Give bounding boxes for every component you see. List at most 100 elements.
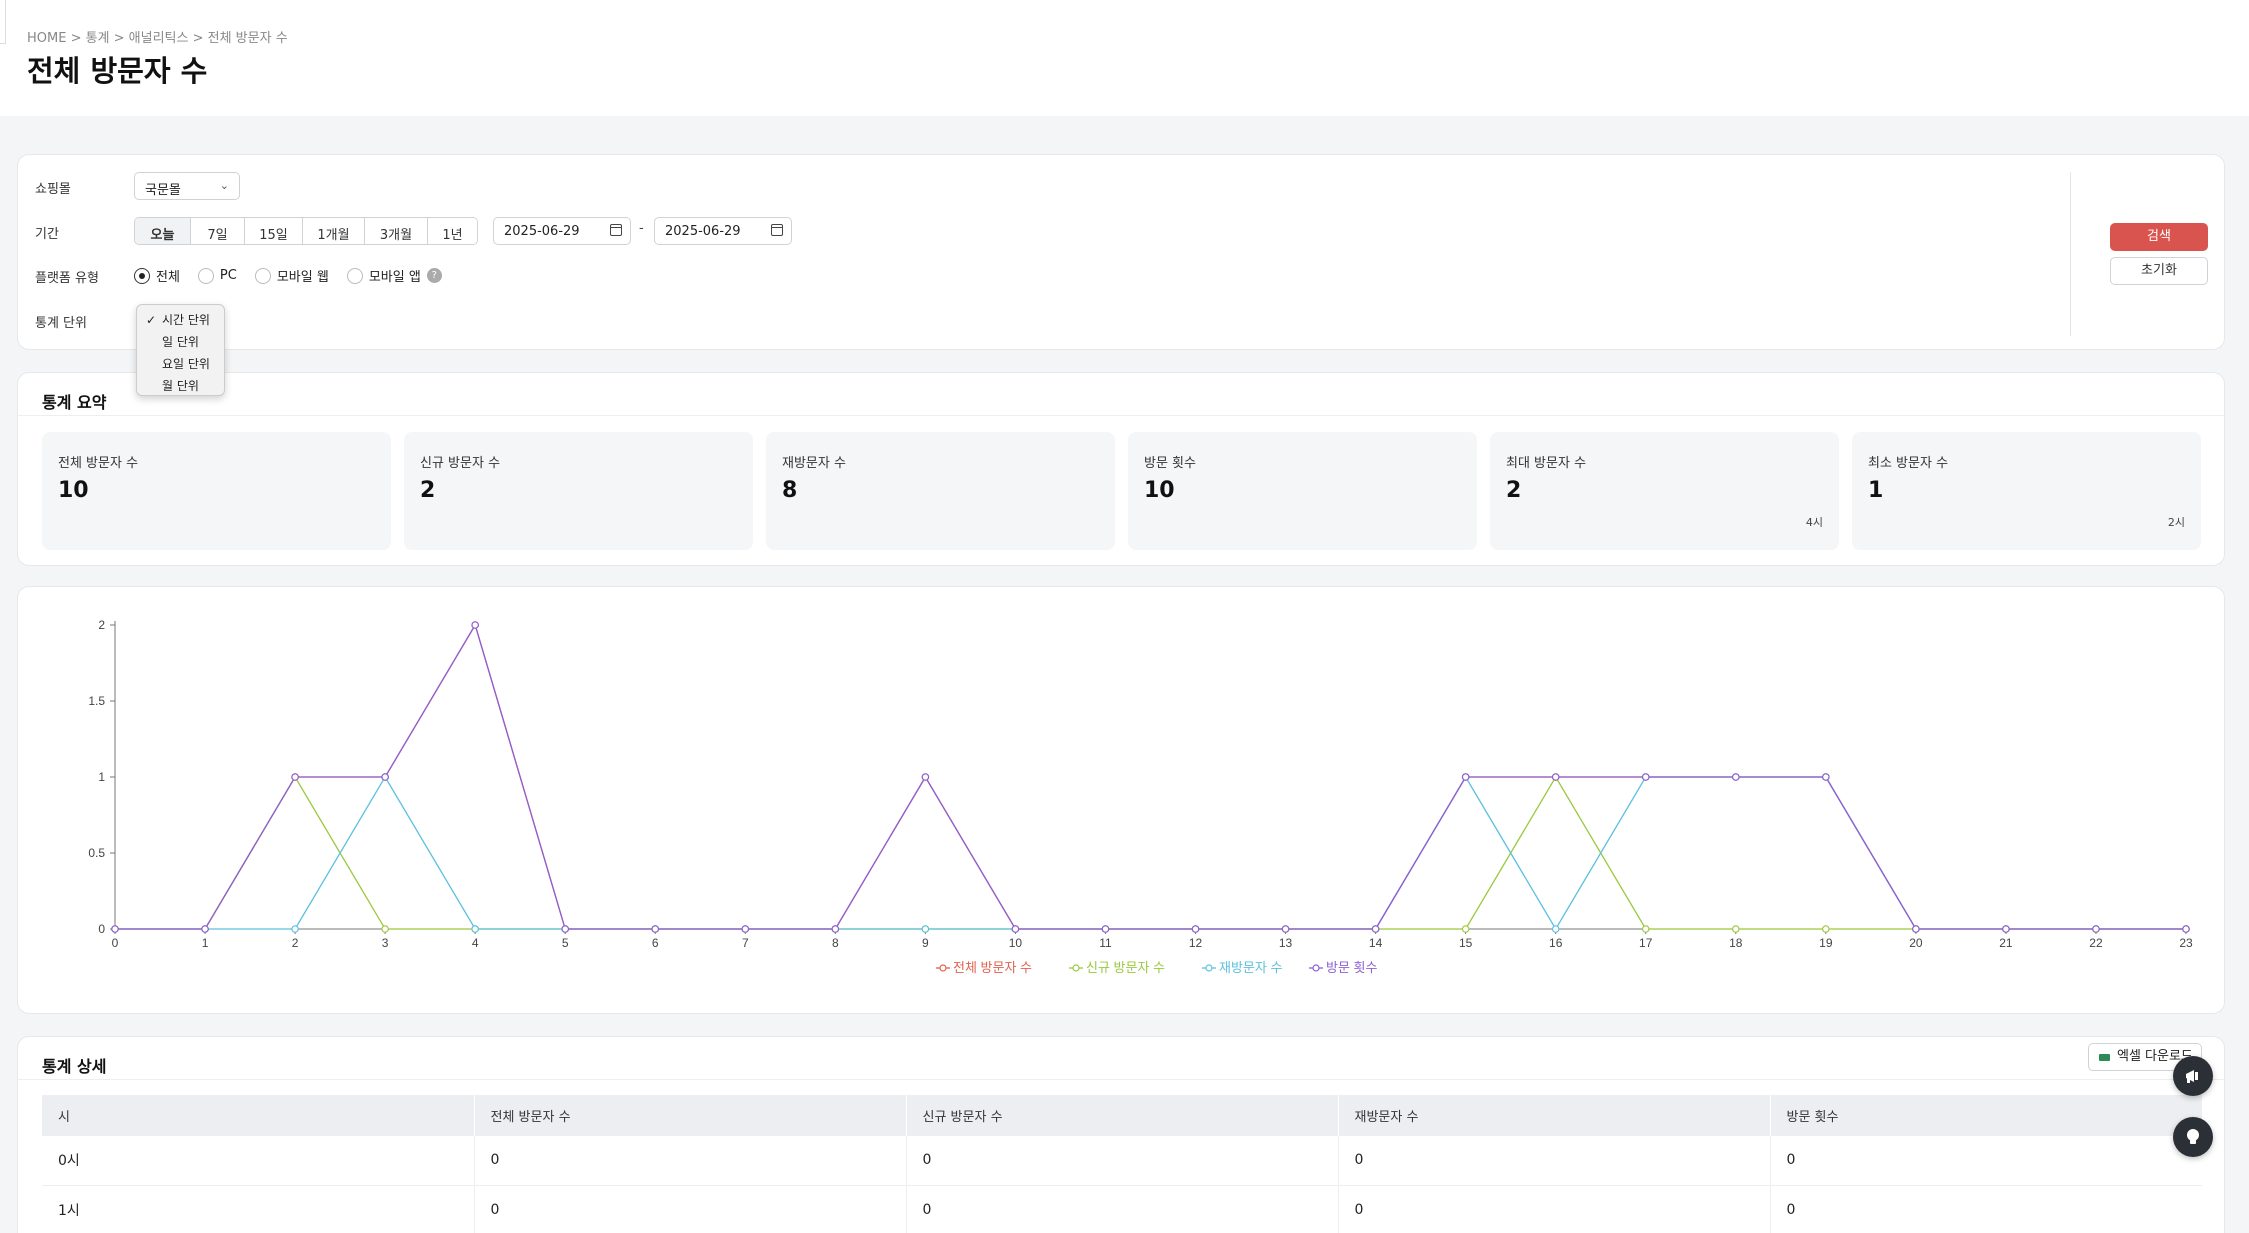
unit-option-weekday[interactable]: 요일 단위	[137, 353, 224, 375]
platform-mobile-app-label[interactable]: 모바일 앱	[369, 266, 421, 285]
detail-panel: 통계 상세 엑셀 다운로드 시 전체 방문자 수 신규 방문자 수 재방문자 수…	[17, 1036, 2225, 1233]
data-point	[741, 925, 750, 933]
lightbulb-icon	[2187, 1129, 2199, 1144]
unit-option-day[interactable]: 일 단위	[137, 331, 224, 353]
mall-select[interactable]: 국문몰 ⌄	[134, 172, 240, 200]
table-cell: 0	[1770, 1136, 2202, 1186]
date-separator: -	[639, 221, 644, 236]
unit-option-month[interactable]: 월 단위	[137, 375, 224, 397]
divider	[2070, 172, 2071, 336]
period-1y-button[interactable]: 1년	[428, 218, 477, 244]
stat-card-new: 신규 방문자 수 2	[404, 432, 753, 550]
reset-button[interactable]: 초기화	[2110, 257, 2208, 285]
page-title: 전체 방문자 수	[27, 54, 208, 88]
date-from-value: 2025-06-29	[504, 224, 580, 239]
search-button[interactable]: 검색	[2110, 223, 2208, 251]
table-cell: 0	[906, 1185, 1339, 1233]
platform-mobile-web-label[interactable]: 모바일 웹	[277, 266, 329, 285]
megaphone-icon	[2186, 1070, 2198, 1083]
x-tick-label: 8	[832, 936, 839, 950]
platform-all-label[interactable]: 전체	[156, 266, 180, 285]
column-header: 시	[42, 1095, 475, 1136]
platform-mobile-web-radio[interactable]	[254, 267, 271, 284]
unit-label: 통계 단위	[35, 316, 87, 331]
period-label: 기간	[35, 227, 59, 242]
announcement-button[interactable]	[2173, 1056, 2213, 1096]
x-tick-label: 20	[1909, 936, 1923, 950]
unit-option-hour[interactable]: ✓ 시간 단위	[137, 309, 224, 331]
data-point	[291, 773, 299, 781]
summary-panel: 통계 요약 전체 방문자 수 10 신규 방문자 수 2 재방문자 수 8 방문…	[17, 372, 2225, 566]
calendar-icon[interactable]	[771, 224, 783, 236]
series-line	[115, 775, 2186, 930]
x-tick-label: 14	[1369, 936, 1383, 950]
data-point	[381, 773, 389, 781]
data-point	[651, 925, 660, 933]
data-point	[831, 925, 840, 933]
date-to-input[interactable]: 2025-06-29	[654, 217, 792, 245]
table-header-row: 시 전체 방문자 수 신규 방문자 수 재방문자 수 방문 횟수	[42, 1095, 2202, 1136]
stat-label: 재방문자 수	[782, 456, 846, 471]
legend-label: 재방문자 수	[1219, 960, 1282, 975]
x-tick-label: 7	[742, 936, 749, 950]
period-3m-button[interactable]: 3개월	[365, 218, 428, 244]
period-1m-button[interactable]: 1개월	[303, 218, 365, 244]
date-from-input[interactable]: 2025-06-29	[493, 217, 631, 245]
detail-table: 시 전체 방문자 수 신규 방문자 수 재방문자 수 방문 횟수 0시 0 0 …	[42, 1095, 2202, 1233]
table-cell: 0	[906, 1136, 1339, 1186]
stat-value: 2	[1506, 478, 1522, 503]
table-row: 1시 0 0 0 0	[42, 1185, 2202, 1233]
stat-label: 방문 횟수	[1144, 456, 1196, 471]
excel-icon	[2099, 1054, 2110, 1061]
stat-label: 최소 방문자 수	[1868, 456, 1949, 471]
column-header: 전체 방문자 수	[474, 1095, 907, 1136]
data-point	[1281, 925, 1290, 933]
x-tick-label: 19	[1819, 936, 1833, 950]
data-point	[2092, 925, 2100, 933]
help-icon[interactable]: ?	[426, 268, 442, 283]
mall-select-value: 국문몰	[145, 183, 181, 198]
divider	[18, 1079, 2224, 1080]
platform-all-radio[interactable]	[134, 267, 150, 284]
legend-label: 방문 횟수	[1326, 960, 1377, 975]
data-point	[471, 621, 479, 629]
table-cell: 0시	[42, 1136, 475, 1186]
x-tick-label: 18	[1729, 936, 1743, 950]
check-icon: ✓	[146, 313, 157, 327]
period-7d-button[interactable]: 7일	[191, 218, 245, 244]
table-cell: 0	[474, 1185, 907, 1233]
stat-card-min: 최소 방문자 수 1 2시	[1852, 432, 2201, 550]
data-point	[1371, 925, 1380, 933]
data-point	[1551, 925, 1560, 933]
stat-sub: 4시	[1805, 516, 1823, 529]
table-row: 0시 0 0 0 0	[42, 1136, 2202, 1186]
tips-button[interactable]	[2173, 1117, 2213, 1157]
table-cell: 0	[1770, 1185, 2202, 1233]
period-15d-button[interactable]: 15일	[245, 218, 303, 244]
period-segment: 오늘 7일 15일 1개월 3개월 1년	[134, 217, 478, 245]
y-tick-label: 2	[98, 618, 105, 632]
data-point	[1912, 925, 1920, 933]
platform-pc-label[interactable]: PC	[220, 268, 237, 283]
filter-panel: 쇼핑몰 국문몰 ⌄ 기간 오늘 7일 15일 1개월 3개월 1년 2025-0…	[17, 154, 2225, 396]
x-tick-label: 16	[1549, 936, 1563, 950]
period-today-button[interactable]: 오늘	[135, 218, 191, 244]
stat-value: 1	[1868, 478, 1884, 503]
x-tick-label: 0	[112, 936, 119, 950]
platform-mobile-app-radio[interactable]	[346, 267, 363, 284]
legend-marker	[1072, 964, 1080, 972]
table-cell: 0	[474, 1136, 907, 1186]
column-header: 신규 방문자 수	[906, 1095, 1339, 1136]
chevron-down-icon: ⌄	[219, 179, 229, 192]
data-point	[201, 925, 209, 933]
calendar-icon[interactable]	[610, 224, 622, 236]
x-tick-label: 22	[2089, 936, 2103, 950]
y-tick-label: 1.5	[88, 694, 105, 708]
x-tick-label: 1	[202, 936, 209, 950]
platform-pc-radio[interactable]	[197, 267, 214, 284]
x-tick-label: 5	[562, 936, 569, 950]
x-tick-label: 17	[1639, 936, 1653, 950]
side-panel-tab[interactable]	[0, 0, 6, 44]
x-tick-label: 23	[2179, 936, 2193, 950]
chart-panel: 0 0.5 1 1.5 2 0 1 2 3 4 5 6 7 8 9 10 11 12 13 14 15 16 17 18 19 2…	[17, 586, 2225, 1014]
